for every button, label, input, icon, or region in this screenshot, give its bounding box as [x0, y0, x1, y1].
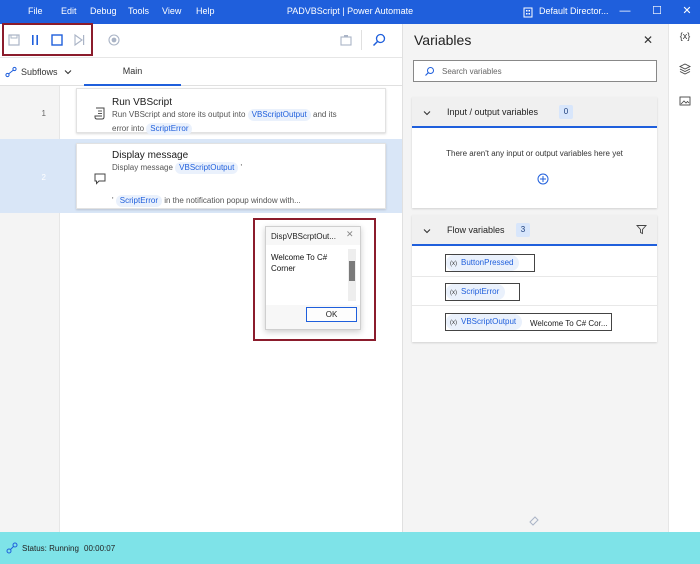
action-description: Display message VBScriptOutput '	[112, 161, 382, 175]
action-number-1: 1	[41, 109, 46, 118]
variable-pill: VBScriptOutput	[247, 109, 311, 121]
flow-variable-row[interactable]: (x) ScriptError	[412, 277, 657, 306]
io-variables-section: Input / output variables 0 There aren't …	[412, 97, 657, 208]
action-number-2: 2	[41, 173, 46, 182]
action-title: Display message	[112, 150, 189, 161]
search-variables-input[interactable]: Search variables	[413, 60, 657, 82]
variable-pill: ScriptError	[146, 123, 193, 135]
subflows-icon	[5, 66, 17, 78]
variable-value: Welcome To C# Cor...	[530, 319, 608, 328]
message-dialog: DispVBScrptOut... ✕ Welcome To C# Corner…	[265, 226, 361, 330]
subflows-dropdown[interactable]: Subflows	[21, 67, 58, 77]
eraser-icon[interactable]	[528, 514, 540, 526]
screenshot-icon[interactable]	[338, 32, 354, 48]
variable-marker: (x)	[450, 320, 457, 326]
close-panel-icon[interactable]: ✕	[643, 33, 653, 47]
io-count-badge: 0	[559, 105, 573, 119]
variable-marker: (x)	[450, 261, 457, 267]
flow-variable-row[interactable]: (x) ButtonPressed	[412, 248, 657, 277]
io-empty-text: There aren't any input or output variabl…	[446, 149, 623, 158]
flow-section-title: Flow variables	[447, 225, 505, 235]
desc-text: '	[112, 196, 114, 205]
action-description-line2: ' ScriptError in the notification popup …	[112, 194, 382, 208]
side-icon-strip: {x}	[668, 24, 700, 532]
maximize-icon[interactable]: ☐	[649, 4, 665, 18]
variable-pill[interactable]: (x) ButtonPressed	[446, 255, 520, 271]
desc-text: '	[240, 163, 243, 172]
variable-name: ScriptError	[461, 287, 500, 296]
chevron-down-icon[interactable]	[422, 226, 432, 236]
menu-debug[interactable]: Debug	[90, 6, 117, 16]
menu-tools[interactable]: Tools	[128, 6, 149, 16]
menu-view[interactable]: View	[162, 6, 181, 16]
menu-file[interactable]: File	[28, 6, 43, 16]
variable-box[interactable]: (x) ButtonPressed	[445, 254, 535, 272]
desc-text: and its	[313, 110, 337, 119]
flow-variables-header[interactable]: Flow variables 3	[412, 215, 657, 246]
status-timer: 00:00:07	[84, 544, 116, 553]
variable-name: VBScriptOutput	[461, 317, 517, 326]
variable-pill: ScriptError	[115, 195, 162, 207]
action-title: Run VBScript	[112, 97, 173, 108]
variable-pill[interactable]: (x) VBScriptOutput	[446, 314, 523, 330]
variables-tab-icon[interactable]: {x}	[669, 31, 700, 41]
environment-selector[interactable]: Default Director...	[539, 6, 609, 16]
menu-help[interactable]: Help	[196, 6, 215, 16]
minimize-icon[interactable]: —	[617, 4, 633, 18]
action-card-display-message[interactable]: Display message Display message VBScript…	[76, 143, 386, 209]
layers-icon[interactable]	[679, 63, 691, 75]
close-window-icon[interactable]: ✕	[679, 4, 695, 18]
io-section-title: Input / output variables	[447, 107, 539, 117]
chevron-down-icon[interactable]	[63, 67, 73, 77]
building-icon	[523, 7, 533, 18]
io-variables-header[interactable]: Input / output variables 0	[412, 97, 657, 128]
menu-edit[interactable]: Edit	[61, 6, 77, 16]
filter-icon[interactable]	[636, 224, 647, 235]
action-card-run-vbscript[interactable]: Run VBScript Run VBScript and store its …	[76, 88, 386, 136]
flow-variables-section: Flow variables 3 (x) ButtonPressed (x) Scr…	[412, 215, 657, 342]
dialog-title: DispVBScrptOut...	[271, 232, 336, 241]
action-description: Run VBScript and store its output into V…	[112, 108, 382, 136]
tab-main[interactable]: Main	[84, 58, 181, 86]
ok-button[interactable]: OK	[306, 307, 357, 322]
flow-count-badge: 3	[516, 223, 530, 237]
variable-marker: (x)	[450, 290, 457, 296]
dialog-scroll-thumb[interactable]	[349, 261, 355, 281]
flow-variable-row[interactable]: (x) VBScriptOutput Welcome To C# Cor...	[412, 307, 657, 336]
variable-pill[interactable]: (x) ScriptError	[446, 284, 506, 300]
desc-text: error into	[112, 124, 145, 133]
subflows-bar: Subflows Main	[0, 58, 402, 86]
dialog-close-icon[interactable]: ✕	[346, 229, 354, 240]
image-icon[interactable]	[679, 95, 691, 107]
title-bar: File Edit Debug Tools View Help PADVBScr…	[0, 0, 700, 24]
flow-status-icon	[6, 542, 18, 554]
status-bar: Status: Running 00:00:07	[0, 532, 700, 564]
message-icon	[94, 173, 106, 185]
script-icon	[94, 107, 105, 120]
desc-text: Display message	[112, 163, 173, 172]
toolbar-divider	[361, 30, 362, 50]
variable-name: ButtonPressed	[461, 258, 514, 267]
add-variable-icon[interactable]	[537, 173, 549, 185]
variables-heading: Variables	[414, 32, 472, 48]
search-icon	[425, 67, 434, 76]
record-icon[interactable]	[106, 32, 122, 48]
variable-pill: VBScriptOutput	[175, 162, 239, 174]
search-placeholder: Search variables	[442, 67, 502, 76]
variable-box[interactable]: (x) VBScriptOutput Welcome To C# Cor...	[445, 313, 612, 331]
search-actions-icon[interactable]	[371, 32, 387, 48]
highlight-box-controls	[2, 23, 93, 56]
chevron-down-icon[interactable]	[422, 108, 432, 118]
variable-box[interactable]: (x) ScriptError	[445, 283, 520, 301]
desc-text: in the notification popup window with...	[164, 196, 301, 205]
dialog-message: Welcome To C# Corner	[271, 253, 328, 273]
desc-text: Run VBScript and store its output into	[112, 110, 246, 119]
status-text: Status: Running	[22, 544, 79, 553]
